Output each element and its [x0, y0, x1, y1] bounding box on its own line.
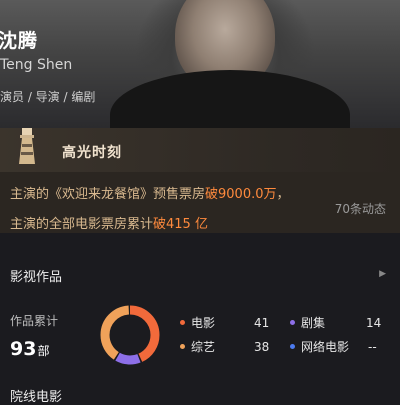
profile-hero: 沈腾 Teng Shen 演员 / 导演 / 编剧 [0, 0, 400, 130]
legend-item-variety[interactable]: 综艺 [180, 338, 215, 355]
actor-pinyin: Teng Shen [0, 57, 73, 73]
highlight-header: 高光时刻 [0, 128, 400, 172]
portrait-body [110, 70, 350, 130]
works-count-unit: 部 [37, 344, 50, 358]
boxoffice-highlight: 破415 亿 [153, 217, 208, 232]
legend-label-variety: 综艺 [191, 340, 216, 354]
presale-highlight: 破9000.0万 [205, 187, 277, 202]
highlight-line-boxoffice: 主演的全部电影票房累计破415 亿 [10, 213, 208, 232]
works-count-value: 93 [10, 338, 37, 360]
works-donut-chart [100, 305, 160, 365]
legend-value-series: 14 [366, 316, 382, 330]
highlight-line-presale: 主演的《欢迎来龙餐馆》预售票房破9000.0万， [10, 183, 290, 202]
legend-value-movie: 41 [254, 316, 270, 330]
works-section-title[interactable]: 影视作品 [10, 266, 62, 285]
boxoffice-text: 主演的全部电影票房累计 [10, 217, 154, 232]
legend-value-web-movie: -- [368, 340, 377, 354]
presale-suffix: ， [276, 187, 290, 202]
legend-item-web-movie[interactable]: 网络电影 [290, 338, 349, 355]
actor-roles: 演员 / 导演 / 编剧 [0, 90, 96, 104]
presale-text: 主演的《欢迎来龙餐馆》预售票房 [10, 187, 206, 202]
legend-label-series: 剧集 [301, 316, 326, 330]
lighthouse-icon [19, 128, 35, 164]
legend-item-series[interactable]: 剧集 [290, 314, 325, 331]
highlight-title: 高光时刻 [62, 145, 122, 161]
legend-dot-web-movie [290, 344, 295, 349]
actor-name: 沈腾 [0, 30, 39, 52]
legend-dot-variety [180, 344, 185, 349]
works-count: 93部 [10, 338, 49, 360]
legend-dot-series [290, 320, 295, 325]
legend-label-web-movie: 网络电影 [301, 340, 350, 354]
cinema-section-title[interactable]: 院线电影 [10, 386, 62, 405]
right-triangle-icon[interactable]: ▶ [379, 269, 386, 279]
highlight-card[interactable]: 高光时刻 主演的《欢迎来龙餐馆》预售票房破9000.0万， 主演的全部电影票房累… [0, 128, 400, 233]
works-count-label: 作品累计 [10, 314, 59, 328]
more-updates-link[interactable]: 70条动态 [335, 200, 386, 217]
legend-label-movie: 电影 [191, 316, 216, 330]
legend-dot-movie [180, 320, 185, 325]
legend-item-movie[interactable]: 电影 [180, 314, 215, 331]
legend-value-variety: 38 [254, 340, 270, 354]
